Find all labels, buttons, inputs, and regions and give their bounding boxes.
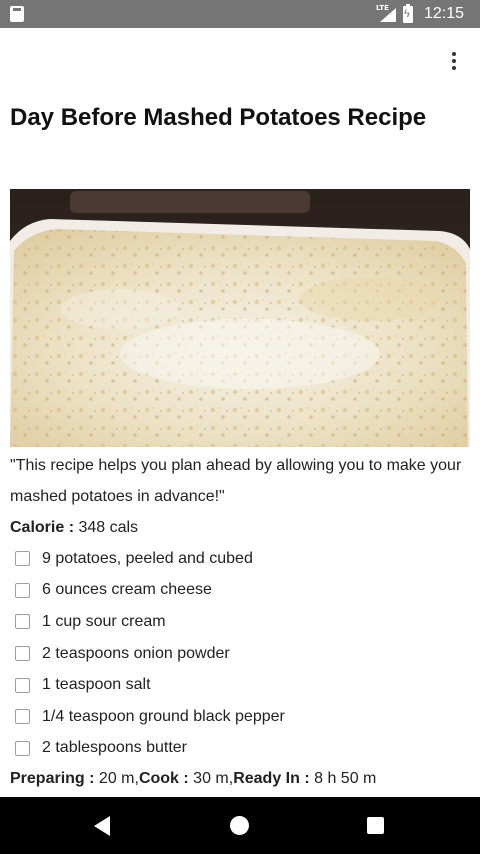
page-title: Day Before Mashed Potatoes Recipe xyxy=(10,104,427,131)
recipe-times: Preparing : 20 m,Cook : 30 m,Ready In : … xyxy=(10,764,472,794)
recipe-description: "This recipe helps you plan ahead by all… xyxy=(10,457,462,505)
ingredient-item[interactable]: 2 teaspoons onion powder xyxy=(10,638,472,670)
status-clock: 12:15 xyxy=(424,5,465,22)
ingredient-label: 9 potatoes, peeled and cubed xyxy=(42,549,253,567)
ingredient-item[interactable]: 2 tablespoons butter xyxy=(10,733,472,765)
ingredient-label: 1/4 teaspoon ground black pepper xyxy=(42,707,285,725)
ingredient-checkbox[interactable] xyxy=(15,677,30,693)
ingredient-label: 1 teaspoon salt xyxy=(42,676,151,694)
sd-card-icon xyxy=(10,6,24,22)
ready-value: 8 h 50 m xyxy=(309,770,377,788)
ingredient-checkbox[interactable] xyxy=(15,614,30,630)
preparing-value: 20 m, xyxy=(94,770,139,788)
recipe-photo xyxy=(10,189,470,447)
ingredient-checkbox[interactable] xyxy=(15,551,30,567)
ingredient-checkbox[interactable] xyxy=(15,740,30,756)
preparing-label: Preparing : xyxy=(10,770,95,788)
ingredient-label: 6 ounces cream cheese xyxy=(42,581,212,599)
ingredient-checkbox[interactable] xyxy=(15,646,30,662)
ingredient-checkbox[interactable] xyxy=(15,582,30,598)
ingredient-item[interactable]: 1 teaspoon salt xyxy=(10,669,472,701)
status-bar: LTE 12:15 xyxy=(0,0,480,28)
ingredient-item[interactable]: 6 ounces cream cheese xyxy=(10,575,472,607)
ingredient-label: 2 tablespoons butter xyxy=(42,739,187,757)
menu-dot xyxy=(452,52,456,56)
recipe-content: "This recipe helps you plan ahead by all… xyxy=(10,450,472,794)
ingredient-item[interactable]: 1/4 teaspoon ground black pepper xyxy=(10,701,472,733)
battery-charging-icon xyxy=(403,4,413,23)
menu-dot xyxy=(452,66,456,70)
ingredient-label: 2 teaspoons onion powder xyxy=(42,644,230,662)
ready-label: Ready In : xyxy=(233,770,310,788)
recents-icon[interactable] xyxy=(367,817,384,834)
cook-label: Cook : xyxy=(138,770,189,788)
home-icon[interactable] xyxy=(230,816,249,835)
cook-value: 30 m, xyxy=(188,770,234,788)
signal-icon xyxy=(380,8,396,22)
ingredient-checkbox[interactable] xyxy=(15,709,30,725)
ingredient-item[interactable]: 1 cup sour cream xyxy=(10,606,472,638)
calorie-label: Calorie : xyxy=(10,519,75,536)
navigation-bar xyxy=(0,797,480,854)
ingredient-list: 9 potatoes, peeled and cubed 6 ounces cr… xyxy=(10,543,472,764)
menu-dot xyxy=(452,59,456,63)
ingredient-label: 1 cup sour cream xyxy=(42,612,166,630)
overflow-menu-icon[interactable] xyxy=(442,48,466,74)
back-icon[interactable] xyxy=(94,816,110,836)
ingredient-item[interactable]: 9 potatoes, peeled and cubed xyxy=(10,543,472,575)
calorie-value: 348 cals xyxy=(74,519,139,536)
calorie-line: Calorie : 348 cals xyxy=(10,512,472,543)
